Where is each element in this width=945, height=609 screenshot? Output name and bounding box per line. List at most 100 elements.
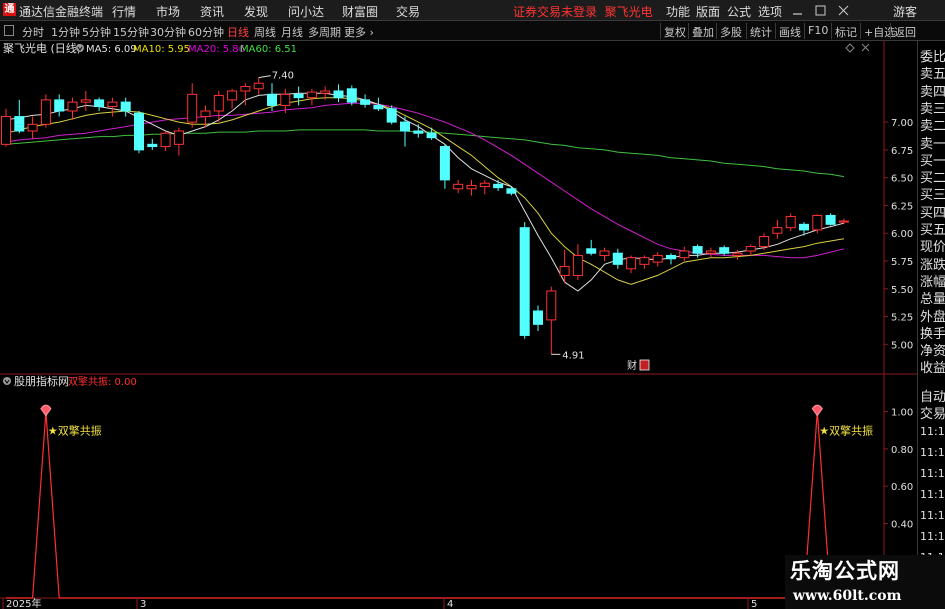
candle xyxy=(785,213,796,231)
btn-f10[interactable]: F10 xyxy=(804,23,831,39)
side-item[interactable]: 委比 xyxy=(920,46,945,65)
btn-overlay[interactable]: 叠加 xyxy=(688,23,717,39)
menu-ask[interactable]: 问小达 xyxy=(288,3,324,20)
side-item[interactable]: 买二 xyxy=(920,167,945,186)
chart-close-icon[interactable] xyxy=(861,43,870,52)
side-item[interactable]: 卖二 xyxy=(920,115,945,134)
price-axis: 7.00 6.75 6.50 6.25 6.00 5.75 5.50 5.25 5.00 xyxy=(884,118,913,351)
period-more[interactable]: 更多 › xyxy=(344,24,374,40)
menu-trade[interactable]: 交易 xyxy=(396,3,420,20)
close-icon[interactable] xyxy=(838,5,849,16)
menu-news[interactable]: 资讯 xyxy=(200,3,224,20)
menu-quotes[interactable]: 行情 xyxy=(112,3,136,20)
indicator-tick-label: 0.80 xyxy=(891,445,913,456)
candle xyxy=(506,186,517,196)
panel-toggle-icon[interactable] xyxy=(4,25,14,36)
menu-discover[interactable]: 发现 xyxy=(244,3,268,20)
side-item[interactable]: 卖三 xyxy=(920,98,945,117)
candle-body xyxy=(639,257,650,265)
period-daily[interactable]: 日线 xyxy=(227,24,249,40)
candle-body xyxy=(280,93,291,106)
candle-body xyxy=(612,252,623,265)
eye-icon[interactable] xyxy=(76,44,84,52)
candle-body xyxy=(586,248,597,254)
indicator-tick-label: 0.40 xyxy=(891,519,913,530)
period-30min[interactable]: 30分钟 xyxy=(150,24,186,40)
btn-adjust[interactable]: 复权 xyxy=(660,23,689,39)
side-item[interactable]: 卖四 xyxy=(920,81,945,100)
indicator-eye-icon[interactable] xyxy=(3,377,11,385)
kline-chart[interactable]: 聚飞光电 (日线) MA5: 6.09 MA10: 5.95 MA20: 5.8… xyxy=(0,41,917,609)
candle xyxy=(187,83,198,128)
price-tick-label: 6.00 xyxy=(891,229,913,240)
candle xyxy=(426,127,437,140)
candle-body xyxy=(692,246,703,254)
side-item[interactable]: 净资 xyxy=(920,340,945,359)
period-timeline[interactable]: 分时 xyxy=(22,24,44,40)
side-item[interactable]: 买一 xyxy=(920,150,945,169)
candle xyxy=(745,244,756,256)
side-item[interactable]: 买五 xyxy=(920,219,945,238)
menu-function[interactable]: 功能 xyxy=(666,3,690,20)
period-1min[interactable]: 1分钟 xyxy=(51,24,80,40)
side-item[interactable]: 涨跌 xyxy=(920,254,945,273)
side-item[interactable]: 卖五 xyxy=(920,63,945,82)
side-item[interactable]: 涨幅 xyxy=(920,271,945,290)
candle xyxy=(267,83,277,111)
menu-options[interactable]: 选项 xyxy=(758,3,782,20)
side-item[interactable]: 外盘 xyxy=(920,306,945,325)
candle-body xyxy=(306,91,317,99)
candle xyxy=(666,253,676,265)
candle xyxy=(679,246,690,261)
candle-body xyxy=(360,99,371,105)
login-notice[interactable]: 证券交易未登录 聚飞光电 xyxy=(513,3,653,20)
side-item[interactable]: 换手 xyxy=(920,323,945,342)
candle xyxy=(572,244,583,280)
btn-back[interactable]: 返回 xyxy=(890,23,919,39)
candle-body xyxy=(572,254,583,276)
period-15min[interactable]: 15分钟 xyxy=(113,24,149,40)
side-item[interactable]: 卖一 xyxy=(920,133,945,152)
period-weekly[interactable]: 周线 xyxy=(254,24,276,40)
menu-layout[interactable]: 版面 xyxy=(696,3,720,20)
finance-marker[interactable]: 财 xyxy=(627,359,650,372)
btn-multi-stock[interactable]: 多股 xyxy=(716,23,745,39)
side-item[interactable]: 现价 xyxy=(920,236,945,255)
candle-body xyxy=(173,130,184,145)
side-trade-time: 11:13 xyxy=(920,446,945,459)
menu-market[interactable]: 市场 xyxy=(156,3,180,20)
candle xyxy=(825,213,836,226)
period-60min[interactable]: 60分钟 xyxy=(188,24,224,40)
user-guest[interactable]: 游客 xyxy=(893,3,917,20)
period-multi[interactable]: 多周期 xyxy=(308,24,341,40)
period-more-label: 更多 xyxy=(344,26,366,39)
side-trade[interactable]: 交易 xyxy=(920,403,945,422)
quote-side-panel: 委比 卖五 卖四 卖三 卖二 卖一 买一 买二 买三 买四 买五 现价 涨跌 涨幅 总量 外盘 换手 净资 收益 自… xyxy=(917,41,945,609)
candle xyxy=(612,248,623,269)
period-5min[interactable]: 5分钟 xyxy=(82,24,111,40)
side-item[interactable]: 总量 xyxy=(920,288,945,307)
btn-mark[interactable]: 标记 xyxy=(831,23,860,39)
btn-stats[interactable]: 统计 xyxy=(746,23,775,39)
side-trade-time: 11:13 xyxy=(920,425,945,438)
period-monthly[interactable]: 月线 xyxy=(281,24,303,40)
price-tick-label: 5.75 xyxy=(891,257,913,268)
candle-body xyxy=(759,236,770,248)
candle-body xyxy=(506,188,517,194)
candle-body xyxy=(187,93,198,123)
settings-diamond-icon[interactable] xyxy=(845,43,855,53)
restore-icon[interactable] xyxy=(815,5,826,16)
menu-formula[interactable]: 公式 xyxy=(727,3,751,20)
candle xyxy=(134,111,144,154)
menu-wealth[interactable]: 财富圈 xyxy=(342,3,378,20)
candle xyxy=(227,88,238,109)
candle xyxy=(533,305,543,331)
side-item[interactable]: 收益 xyxy=(920,357,945,376)
side-item[interactable]: 买四 xyxy=(920,202,945,221)
side-item[interactable]: 买三 xyxy=(920,184,945,203)
candle-body xyxy=(825,214,836,225)
watermark-title: 乐淘公式网 xyxy=(790,559,900,583)
btn-draw[interactable]: 画线 xyxy=(775,23,804,39)
high-price-label: 7.40 xyxy=(272,71,294,82)
candle xyxy=(333,84,344,103)
